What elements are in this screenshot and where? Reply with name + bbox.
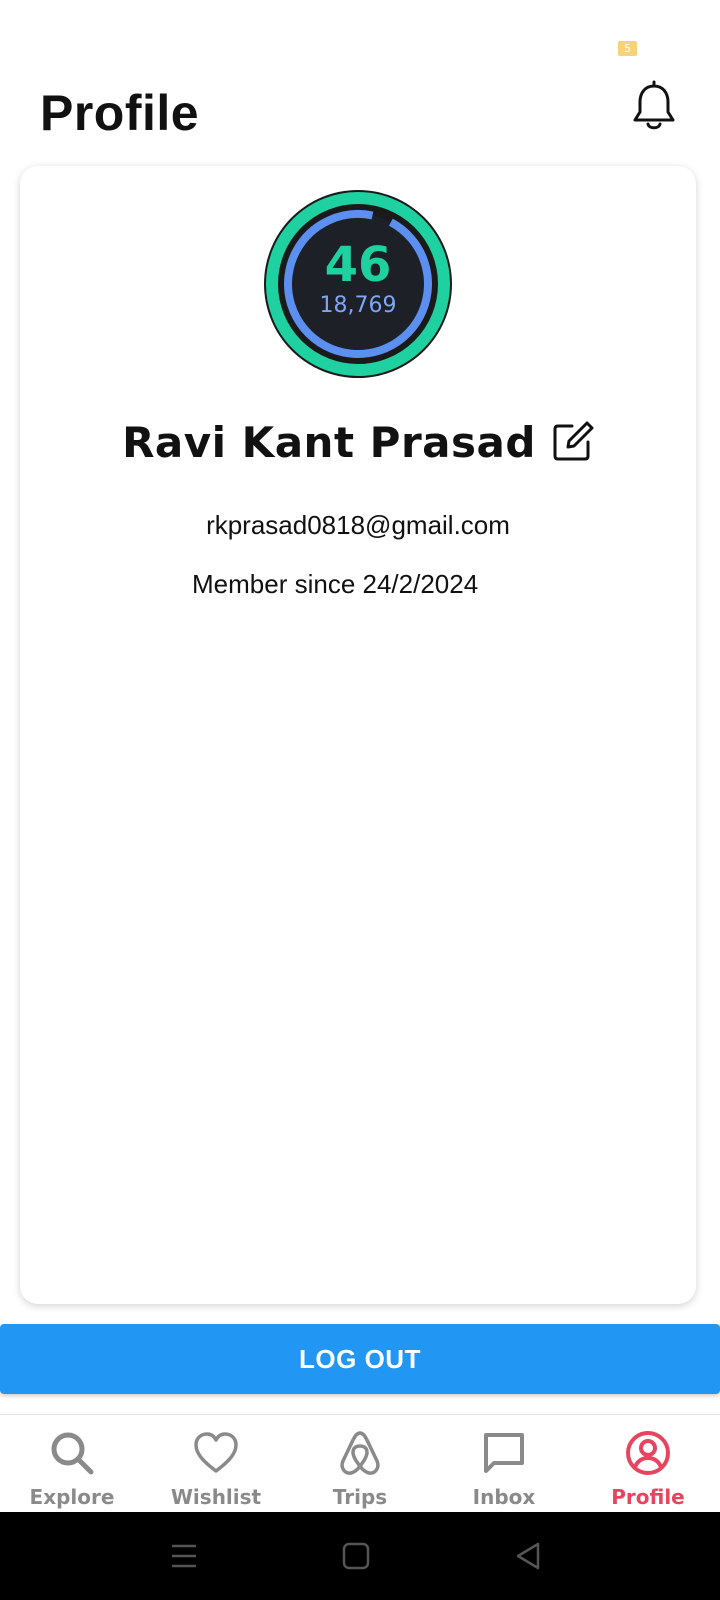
airbnb-logo-icon [340,1431,380,1475]
system-navigation-bar [0,1512,720,1600]
page-title: Profile [40,85,200,141]
user-circle-icon [626,1431,670,1475]
nav-label: Explore [29,1485,115,1509]
avatar-score: 46 [324,237,392,293]
name-row: Ravi Kant Prasad [20,412,696,472]
nav-label: Inbox [472,1485,536,1509]
user-name: Ravi Kant Prasad [122,417,536,467]
avatar-subtext: 18,769 [319,293,397,318]
nav-label: Trips [332,1485,388,1509]
avatar[interactable]: 46 18,769 [260,186,456,382]
nav-item-trips[interactable]: Trips [288,1415,432,1513]
chat-bubble-icon [484,1433,524,1473]
nav-label: Wishlist [170,1485,262,1509]
nav-item-wishlist[interactable]: Wishlist [144,1415,288,1513]
bottom-nav: Explore Wishlist Trips Inbox Profile [0,1414,720,1512]
logout-button[interactable]: LOG OUT [0,1324,720,1394]
profile-screen: 5 Profile 46 18,769 Ravi Kant Prasad rkp… [0,0,720,1600]
status-bar: 5 [0,0,720,70]
nav-item-inbox[interactable]: Inbox [432,1415,576,1513]
profile-card: 46 18,769 Ravi Kant Prasad rkprasad0818@… [20,166,696,1304]
member-since: Member since 24/2/2024 [192,569,479,599]
heart-icon [194,1432,238,1473]
nav-label: Profile [611,1485,685,1509]
notification-bell-icon[interactable] [630,80,678,132]
back-icon[interactable] [512,1540,544,1572]
recent-apps-icon[interactable] [168,1540,200,1572]
user-email: rkprasad0818@gmail.com [206,510,510,540]
search-icon [51,1432,94,1475]
battery-indicator: 5 [618,41,637,56]
nav-item-profile[interactable]: Profile [576,1415,720,1513]
nav-item-explore[interactable]: Explore [0,1415,144,1513]
edit-icon[interactable] [550,420,594,464]
home-icon[interactable] [340,1540,372,1572]
